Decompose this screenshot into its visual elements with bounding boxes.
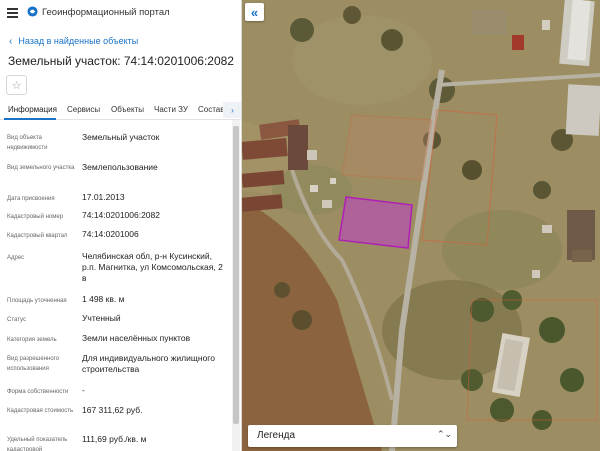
property-label: Статус: [7, 317, 26, 323]
updown-arrows-icon: ⌃⌄: [437, 429, 453, 439]
property-value: Земли населённых пунктов: [82, 333, 191, 343]
tab-objects[interactable]: Объекты: [111, 105, 144, 114]
property-value: Челябинская обл, р-н Кусинский, р.п. Маг…: [82, 251, 223, 283]
top-bar: Геоинформационный портал: [0, 0, 241, 26]
property-label: Вид земельного участка: [7, 165, 75, 171]
legend-label: Легенда: [257, 430, 296, 441]
legend-dropdown[interactable]: Легенда ⌃⌄: [248, 425, 457, 447]
page-title: Земельный участок: 74:14:0201006:2082: [8, 54, 234, 68]
chevron-left-icon: ‹: [9, 36, 13, 47]
app-title: Геоинформационный портал: [42, 7, 170, 18]
panel-scrollbar[interactable]: [232, 120, 240, 451]
property-label: Вид объекта недвижимости: [7, 135, 48, 151]
property-value: Учтенный: [82, 313, 121, 323]
property-value: 17.01.2013: [82, 192, 125, 202]
property-value: Для индивидуального жилищного строительс…: [82, 353, 215, 374]
back-link-label: Назад в найденные объекты: [18, 36, 139, 46]
property-value: Землепользование: [82, 162, 158, 172]
tab-parcel-parts[interactable]: Части ЗУ: [154, 105, 188, 114]
property-label: Удельный показатель кадастровой: [7, 437, 68, 451]
tab-bar: Информация Сервисы Объекты Части ЗУ Сост…: [0, 101, 241, 120]
property-label: Адрес: [7, 255, 25, 261]
property-label: Вид разрешенного использования: [7, 356, 60, 372]
star-icon: ☆: [11, 79, 22, 92]
scrollbar-thumb[interactable]: [233, 126, 239, 424]
tab-composition[interactable]: Состав: [198, 105, 225, 114]
chevron-right-icon: ›: [231, 105, 234, 115]
tab-services[interactable]: Сервисы: [67, 105, 100, 114]
property-value: 1 498 кв. м: [82, 294, 125, 304]
selected-parcel-polygon: [338, 196, 413, 249]
property-value: 167 311,62 руб.: [82, 405, 143, 415]
collapse-panel-button[interactable]: «: [245, 3, 264, 21]
portal-logo-icon: [27, 6, 38, 17]
property-label: Площадь уточненная: [7, 298, 67, 304]
properties-list: Вид объекта недвижимости Земельный участ…: [0, 120, 232, 451]
property-value: 74:14:0201006:2082: [82, 210, 160, 220]
hamburger-menu-icon[interactable]: [7, 8, 18, 18]
property-value: Земельный участок: [82, 132, 160, 142]
info-panel: Геоинформационный портал ‹ Назад в найден…: [0, 0, 242, 451]
double-chevron-left-icon: «: [250, 4, 259, 20]
property-value: 111,69 руб./кв. м: [82, 434, 147, 444]
property-value: -: [82, 385, 85, 395]
property-value: 74:14:0201006: [82, 229, 139, 239]
tabs-scroll-button[interactable]: ›: [223, 102, 241, 118]
satellite-map[interactable]: [242, 0, 600, 451]
property-label: Форма собственности: [7, 389, 69, 395]
map-imagery: [242, 0, 600, 451]
back-to-results-link[interactable]: ‹ Назад в найденные объекты: [9, 36, 138, 47]
property-label: Дата присвоения: [7, 196, 55, 202]
property-label: Категория земель: [7, 337, 57, 343]
tab-information[interactable]: Информация: [8, 105, 57, 114]
favorite-button[interactable]: ☆: [6, 75, 27, 95]
property-label: Кадастровый квартал: [7, 233, 68, 239]
property-label: Кадастровая стоимость: [7, 408, 74, 414]
property-label: Кадастровый номер: [7, 214, 64, 220]
